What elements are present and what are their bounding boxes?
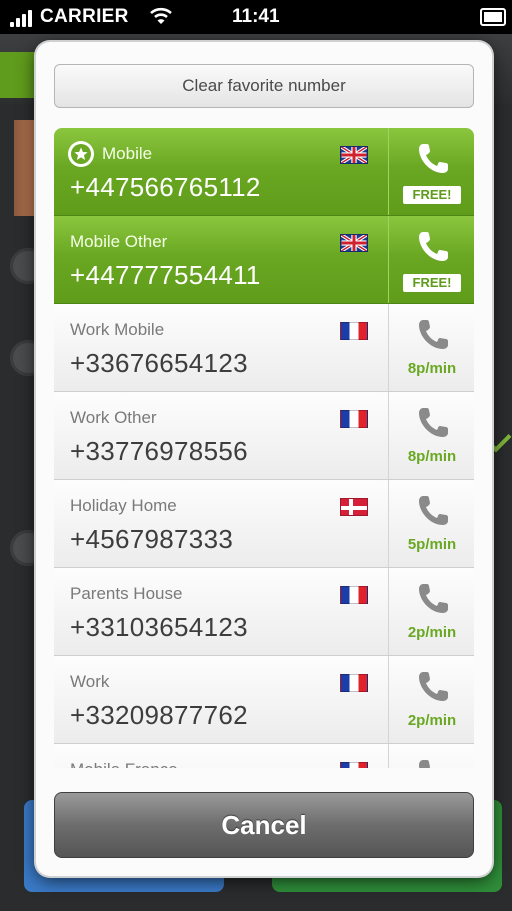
france-flag-icon [340, 762, 368, 768]
phone-number: +4567987333 [70, 524, 234, 554]
call-rate: 2p/min [407, 624, 457, 641]
number-label: Parents House [70, 584, 183, 603]
number-label: Mobile France [70, 760, 178, 768]
france-flag-icon [340, 322, 368, 340]
phone-icon [419, 320, 448, 349]
call-button[interactable]: FREE! [388, 128, 474, 215]
call-rate: 8p/min [407, 448, 457, 465]
phone-icon [419, 584, 448, 613]
number-label: Work Other [70, 408, 157, 427]
battery-icon [480, 8, 506, 26]
france-flag-icon [340, 586, 368, 604]
france-flag-icon [340, 674, 368, 692]
denmark-flag-icon [340, 498, 368, 516]
back-arrow-icon [0, 52, 40, 98]
phone-number-row[interactable]: Work Mobile +33676654123 8p/min [54, 304, 474, 392]
phone-number-row[interactable]: Mobile France [54, 744, 474, 768]
free-badge: FREE! [403, 274, 461, 292]
status-bar: CARRIER 11:41 [0, 0, 512, 34]
call-rate: 8p/min [407, 360, 457, 377]
phone-number: +447566765112 [70, 172, 261, 202]
phone-icon [419, 496, 448, 525]
number-label: Mobile [102, 144, 153, 163]
number-label: Mobile Other [70, 232, 168, 251]
number-label: Work [70, 672, 110, 691]
phone-icon [419, 760, 430, 768]
phone-number-row[interactable]: Parents House +33103654123 2p/min [54, 568, 474, 656]
wifi-icon [150, 7, 172, 24]
uk-flag-icon [340, 234, 368, 252]
phone-icon [419, 144, 448, 173]
signal-strength-icon [10, 9, 38, 27]
phone-number-row[interactable]: Holiday Home +4567987333 5p/min [54, 480, 474, 568]
number-label: Holiday Home [70, 496, 177, 515]
call-button[interactable]: 2p/min [388, 656, 474, 743]
call-button[interactable]: 8p/min [388, 304, 474, 391]
call-rate: 2p/min [407, 712, 457, 729]
phone-icon [419, 672, 448, 701]
favorite-number-dialog: Clear favorite number Mobile +44756676511… [36, 42, 492, 876]
phone-number: +33676654123 [70, 348, 248, 378]
phone-number-list[interactable]: Mobile +447566765112 FREE! Mobile Other +447… [54, 128, 474, 768]
france-flag-icon [340, 410, 368, 428]
number-label: Work Mobile [70, 320, 165, 339]
phone-number: +447777554411 [70, 260, 261, 290]
clear-favorite-button[interactable]: Clear favorite number [54, 64, 474, 108]
phone-number-row[interactable]: Mobile Other +447777554411 FREE! [54, 216, 474, 304]
call-rate: 5p/min [407, 536, 457, 553]
phone-number-row[interactable]: Work Other +33776978556 8p/min [54, 392, 474, 480]
phone-number: +33103654123 [70, 612, 248, 642]
phone-number: +33209877762 [70, 700, 248, 730]
phone-number-row[interactable]: Mobile +447566765112 FREE! [54, 128, 474, 216]
clock: 11:41 [232, 6, 280, 27]
call-button[interactable] [388, 744, 474, 768]
call-button[interactable]: 8p/min [388, 392, 474, 479]
app-screen: CARRIER 11:41 Clear favorite number Mobi… [0, 0, 512, 911]
phone-icon [419, 232, 448, 261]
free-badge: FREE! [403, 186, 461, 204]
uk-flag-icon [340, 146, 368, 164]
phone-icon [419, 408, 448, 437]
cancel-button[interactable]: Cancel [54, 792, 474, 858]
call-button[interactable]: 2p/min [388, 568, 474, 655]
call-button[interactable]: 5p/min [388, 480, 474, 567]
carrier-name: CARRIER [40, 6, 129, 27]
phone-number: +33776978556 [70, 436, 248, 466]
star-icon [68, 141, 94, 167]
call-button[interactable]: FREE! [388, 216, 474, 303]
phone-number-row[interactable]: Work +33209877762 2p/min [54, 656, 474, 744]
